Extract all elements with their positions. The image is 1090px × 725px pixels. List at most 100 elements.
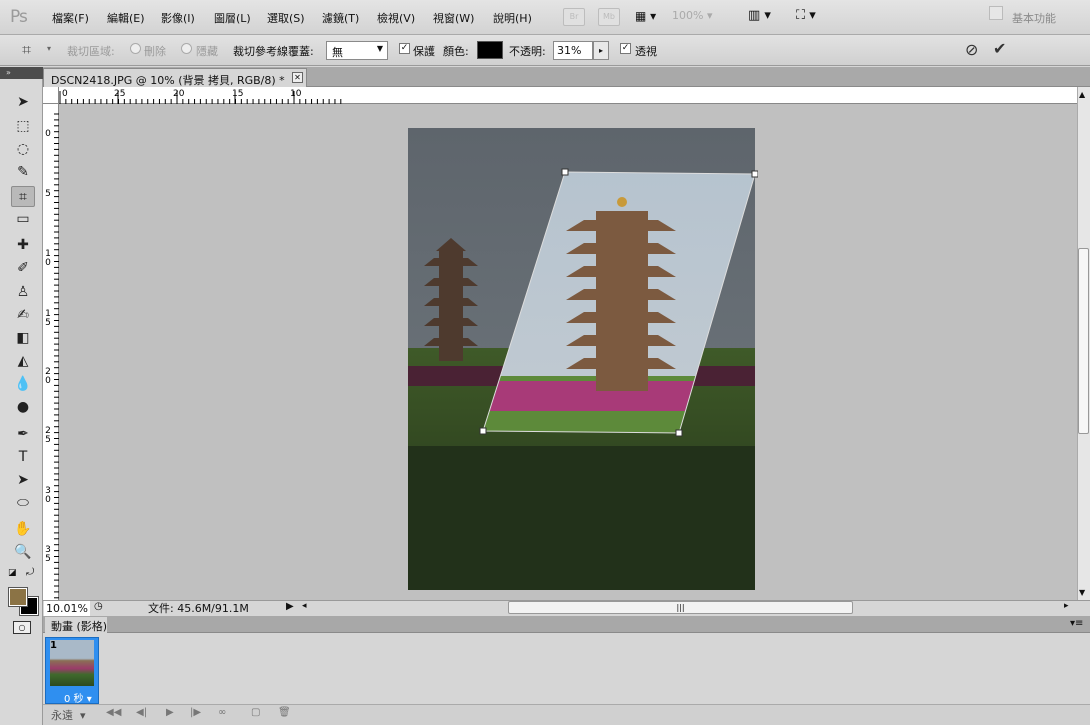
- menu-file[interactable]: 檔案(F): [52, 10, 89, 26]
- status-timer-icon[interactable]: ◷: [94, 601, 103, 612]
- opacity-input[interactable]: 31%: [553, 41, 593, 60]
- scroll-left-icon[interactable]: ◂: [302, 601, 307, 611]
- play-icon[interactable]: ▶: [166, 707, 174, 718]
- delete-label: 刪除: [144, 45, 166, 58]
- menu-layer[interactable]: 圖層(L): [214, 10, 251, 26]
- opacity-label: 不透明:: [509, 45, 546, 58]
- collapse-panel-icon[interactable]: »: [0, 67, 43, 79]
- ruler-label: 1 0: [45, 249, 51, 268]
- crop-handle[interactable]: [479, 427, 487, 435]
- close-icon[interactable]: ✕: [292, 72, 303, 83]
- hide-label: 隱藏: [196, 45, 218, 58]
- frame-number: 1: [50, 640, 57, 651]
- default-colors-icon[interactable]: ◪: [8, 568, 17, 578]
- launch-bridge-button[interactable]: Br: [563, 8, 585, 26]
- ruler-tool-icon[interactable]: ▭: [11, 209, 35, 230]
- zoom-percentage-field[interactable]: 10.01%: [44, 601, 90, 616]
- pen-tool-icon[interactable]: ✒: [11, 424, 35, 445]
- perspective-label: 透視: [635, 45, 657, 58]
- previous-frame-icon[interactable]: ◀|: [136, 707, 147, 718]
- horizontal-scroll-thumb[interactable]: |||: [508, 601, 853, 614]
- duplicate-frame-icon[interactable]: ▢: [251, 707, 260, 718]
- brush-tool-icon[interactable]: ✐: [11, 258, 35, 279]
- menu-view[interactable]: 檢視(V): [377, 10, 415, 26]
- loop-value: 永遠: [51, 709, 73, 722]
- vertical-scroll-thumb[interactable]: [1078, 248, 1089, 434]
- crop-handle[interactable]: [675, 429, 683, 437]
- crop-tool-icon[interactable]: ⌗: [11, 186, 35, 207]
- marquee-tool-icon[interactable]: ⬚: [11, 116, 35, 137]
- healing-brush-icon[interactable]: ✚: [11, 235, 35, 256]
- blur-tool-icon[interactable]: 💧: [11, 374, 35, 395]
- ruler-label: 1 5: [45, 309, 51, 328]
- first-frame-icon[interactable]: ◀◀: [106, 707, 121, 718]
- perspective-checkbox[interactable]: ✓: [620, 43, 631, 54]
- animation-frames-area: [43, 633, 1090, 703]
- paint-bucket-icon[interactable]: ◭: [11, 351, 35, 372]
- path-select-icon[interactable]: ➤: [11, 470, 35, 491]
- launch-mini-bridge-button[interactable]: Mb: [598, 8, 620, 26]
- shield-color-swatch[interactable]: [477, 41, 503, 59]
- next-frame-icon[interactable]: |▶: [190, 707, 201, 718]
- arrange-documents-icon[interactable]: ▥ ▾: [748, 8, 771, 23]
- status-menu-arrow-icon[interactable]: ▶: [286, 601, 294, 612]
- quick-mask-icon[interactable]: ○: [13, 621, 31, 634]
- preset-dropdown-icon[interactable]: ▾: [47, 44, 51, 53]
- quick-select-tool-icon[interactable]: ✎: [11, 162, 35, 183]
- hide-radio[interactable]: [181, 43, 192, 54]
- scroll-up-icon[interactable]: ▲: [1079, 90, 1085, 99]
- crop-handle[interactable]: [751, 170, 758, 178]
- view-extras-icon[interactable]: ▦ ▾: [635, 9, 656, 23]
- frame-delay-select[interactable]: 0 秒 ▾: [64, 690, 92, 705]
- overlay-select[interactable]: 無 ▼: [326, 41, 388, 60]
- animation-tab[interactable]: 動畫 (影格): [45, 617, 107, 633]
- delete-frame-icon[interactable]: 🗑: [278, 707, 291, 718]
- ellipse-shape-icon[interactable]: ⬭: [11, 493, 35, 514]
- panel-menu-icon[interactable]: ▾≡: [1070, 618, 1083, 629]
- scroll-down-icon[interactable]: ▼: [1079, 588, 1085, 597]
- shield-checkbox[interactable]: ✓: [399, 43, 410, 54]
- document-tab[interactable]: DSCN2418.JPG @ 10% (背景 拷貝, RGB/8) *: [43, 68, 307, 87]
- type-tool-icon[interactable]: T: [11, 447, 35, 468]
- window-control-button[interactable]: [989, 6, 1003, 20]
- shield-label: 保護: [413, 45, 435, 58]
- history-brush-icon[interactable]: ✍: [11, 305, 35, 326]
- opacity-slider-arrow-icon[interactable]: ▸: [593, 41, 609, 60]
- crop-handle[interactable]: [561, 168, 569, 176]
- screen-mode-icon[interactable]: ⛶ ▾: [796, 8, 816, 23]
- hand-tool-icon[interactable]: ✋: [11, 519, 35, 540]
- document-size-info: 文件: 45.6M/91.1M: [148, 602, 249, 615]
- document-title: DSCN2418.JPG @ 10% (背景 拷貝, RGB/8) *: [51, 74, 285, 87]
- workspace-switcher[interactable]: 基本功能: [1012, 10, 1056, 26]
- dodge-tool-icon[interactable]: ●: [11, 397, 35, 418]
- menu-help[interactable]: 說明(H): [493, 10, 532, 26]
- document-canvas[interactable]: [406, 126, 758, 592]
- photoshop-logo: Ps: [10, 7, 28, 27]
- overlay-label: 裁切參考線覆蓋:: [233, 45, 314, 58]
- cancel-icon[interactable]: ⊘: [965, 40, 978, 59]
- ruler-origin[interactable]: [43, 87, 59, 104]
- lasso-tool-icon[interactable]: ◌: [11, 139, 35, 160]
- ruler-label: 25: [114, 89, 126, 99]
- menu-edit[interactable]: 編輯(E): [107, 10, 145, 26]
- commit-check-icon[interactable]: ✔: [993, 39, 1006, 58]
- move-tool-icon[interactable]: ➤: [11, 92, 35, 113]
- tween-icon[interactable]: ∞: [218, 707, 226, 718]
- ruler-label: 2 5: [45, 426, 51, 445]
- menu-window[interactable]: 視窗(W): [433, 10, 474, 26]
- crop-preset-icon[interactable]: ⌗: [22, 40, 31, 60]
- menu-image[interactable]: 影像(I): [161, 10, 195, 26]
- eraser-tool-icon[interactable]: ◧: [11, 328, 35, 349]
- clone-stamp-icon[interactable]: ♙: [11, 282, 35, 303]
- scroll-right-icon[interactable]: ▸: [1064, 601, 1069, 611]
- zoom-tool-icon[interactable]: 🔍: [11, 542, 35, 563]
- ruler-label: 20: [173, 89, 185, 99]
- delete-radio[interactable]: [130, 43, 141, 54]
- menu-filter[interactable]: 濾鏡(T): [322, 10, 359, 26]
- zoom-level-select[interactable]: 100% ▾: [672, 9, 736, 26]
- menu-select[interactable]: 選取(S): [267, 10, 305, 26]
- loop-select[interactable]: 永遠 ▾: [51, 707, 86, 723]
- foreground-color-swatch[interactable]: [8, 587, 28, 607]
- swap-colors-icon[interactable]: ⤾: [26, 567, 34, 578]
- ruler-label: 0: [45, 129, 51, 139]
